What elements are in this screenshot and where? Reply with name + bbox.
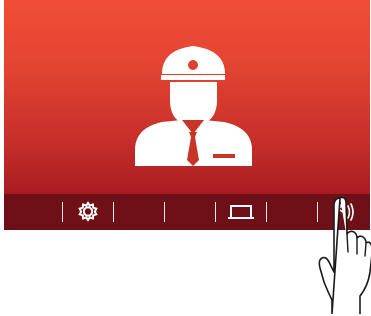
control-bar xyxy=(4,194,370,230)
settings-button[interactable] xyxy=(61,194,113,230)
pointing-hand-icon xyxy=(318,196,371,314)
intercom-illustration xyxy=(0,0,371,316)
monitor-icon xyxy=(228,205,254,219)
toolbar-blank-2-button[interactable] xyxy=(112,194,164,230)
gear-icon xyxy=(78,201,98,222)
monitor-screen xyxy=(4,0,370,230)
screen-off-button[interactable] xyxy=(214,194,266,230)
toolbar-blank-3-button[interactable] xyxy=(163,194,215,230)
video-feed xyxy=(4,0,370,194)
visitor-silhouette-icon xyxy=(135,46,252,166)
toolbar-blank-4-button[interactable] xyxy=(265,194,317,230)
toolbar-blank-left-button[interactable] xyxy=(4,194,62,230)
